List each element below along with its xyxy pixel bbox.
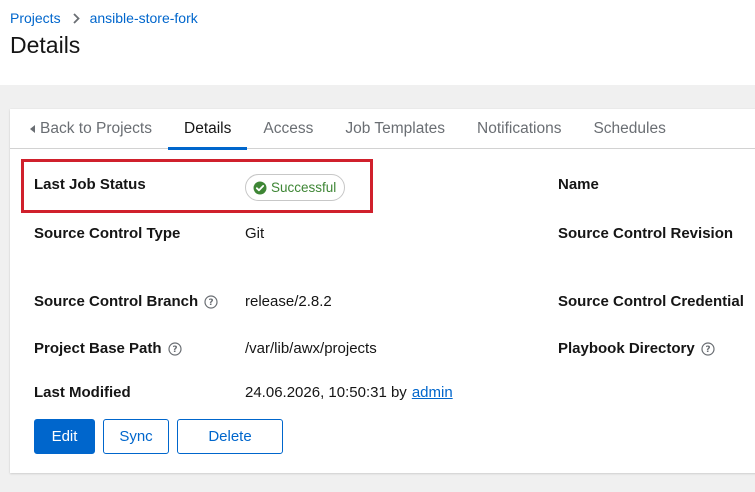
- tab-notifications[interactable]: Notifications: [461, 109, 577, 149]
- svg-text:?: ?: [705, 345, 710, 355]
- breadcrumb: Projects ansible-store-fork: [10, 10, 198, 26]
- sync-button[interactable]: Sync: [103, 419, 169, 454]
- tab-access[interactable]: Access: [247, 109, 329, 149]
- source-control-revision-label: Source Control Revision: [558, 225, 734, 242]
- tab-job-templates[interactable]: Job Templates: [329, 109, 461, 149]
- source-control-branch-label: Source Control Branch: [34, 293, 199, 310]
- source-control-branch-value: release/2.8.2: [245, 293, 332, 310]
- breadcrumb-projects-link[interactable]: Projects: [10, 10, 61, 26]
- check-circle-icon: [253, 181, 267, 194]
- tab-label: Access: [263, 120, 314, 137]
- tab-schedules[interactable]: Schedules: [577, 109, 681, 149]
- page-title: Details: [10, 32, 81, 58]
- status-badge-label: Successful: [271, 180, 337, 195]
- playbook-directory-field: Playbook Directory ?: [558, 340, 715, 357]
- project-base-path-value: /var/lib/awx/projects: [245, 340, 377, 357]
- tab-label: Back to Projects: [40, 120, 152, 137]
- breadcrumb-current-link[interactable]: ansible-store-fork: [90, 10, 198, 26]
- tab-details[interactable]: Details: [168, 109, 248, 150]
- name-label: Name: [558, 176, 599, 193]
- source-control-credential-label: Source Control Credential: [558, 293, 744, 310]
- status-badge[interactable]: Successful: [245, 174, 346, 201]
- last-modified-value: 24.06.2026, 10:50:31 by admin: [245, 384, 453, 401]
- help-icon[interactable]: ?: [167, 341, 182, 356]
- source-control-branch-field: Source Control Branch ?: [34, 293, 218, 310]
- modified-by-user-link[interactable]: admin: [412, 384, 453, 401]
- tab-back-to-projects[interactable]: Back to Projects: [10, 109, 168, 149]
- last-job-status-label: Last Job Status: [34, 176, 146, 193]
- help-icon[interactable]: ?: [701, 341, 715, 356]
- tab-bar: Back to Projects Details Access Job Temp…: [10, 109, 755, 150]
- help-icon[interactable]: ?: [204, 294, 218, 309]
- page-header: Projects ansible-store-fork Details: [0, 0, 755, 85]
- last-modified-label: Last Modified: [34, 384, 131, 401]
- details-card: Back to Projects Details Access Job Temp…: [10, 109, 755, 473]
- caret-left-icon: [30, 125, 35, 133]
- project-base-path-field: Project Base Path ?: [34, 340, 182, 357]
- project-base-path-label: Project Base Path: [34, 340, 162, 357]
- tab-label: Job Templates: [345, 120, 446, 137]
- delete-button[interactable]: Delete: [177, 419, 283, 454]
- tab-label: Details: [184, 120, 232, 137]
- edit-button[interactable]: Edit: [34, 419, 95, 454]
- last-modified-timestamp: 24.06.2026, 10:50:31 by: [245, 384, 407, 401]
- source-control-type-value: Git: [245, 225, 265, 242]
- chevron-right-icon: [72, 12, 80, 24]
- svg-text:?: ?: [172, 345, 177, 355]
- tab-label: Notifications: [477, 120, 562, 137]
- svg-text:?: ?: [209, 298, 214, 308]
- tab-label: Schedules: [593, 120, 666, 137]
- playbook-directory-label: Playbook Directory: [558, 340, 695, 357]
- source-control-type-label: Source Control Type: [34, 225, 181, 242]
